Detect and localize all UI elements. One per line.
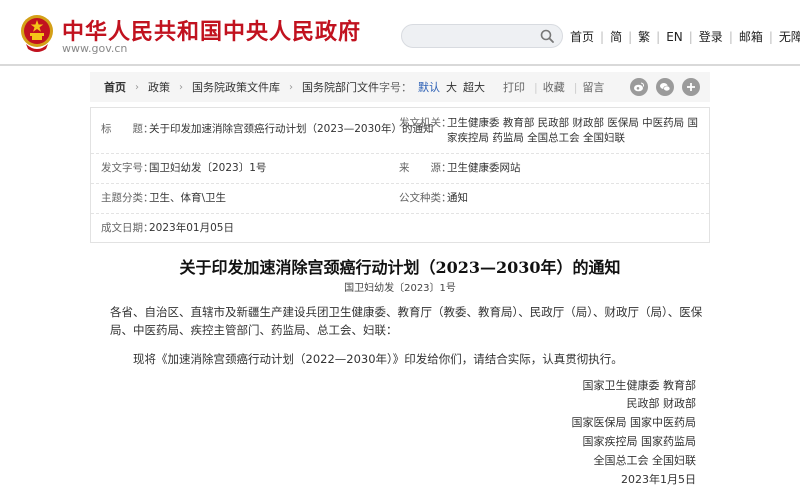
signature-line: 国家疾控局 国家药监局 [582, 435, 697, 448]
wechat-icon[interactable] [656, 78, 675, 96]
meta-source-value: 卫生健康委网站 [447, 162, 521, 174]
meta-row: 成文日期： 2023年01月05日 [91, 214, 709, 244]
meta-docno-value: 国卫妇幼发〔2023〕1号 [149, 162, 267, 174]
plus-icon[interactable] [682, 78, 701, 96]
meta-date-value: 2023年01月05日 [149, 222, 234, 234]
divider: | [728, 29, 733, 44]
chevron-right-icon: › [179, 81, 183, 93]
meta-date-label: 成文日期： [101, 222, 154, 234]
divider: | [534, 80, 538, 94]
meta-type-value: 通知 [447, 192, 468, 204]
link-login[interactable]: 登录 [699, 28, 723, 45]
link-simplified[interactable]: 简 [610, 28, 622, 45]
link-english[interactable]: EN [666, 30, 683, 44]
font-size-selector: 字号： 默认 大 超大 [379, 79, 491, 95]
document-meta-table: 标 题： 关于印发加速消除宫颈癌行动计划（2023—2030年）的通知 发文机关… [90, 107, 710, 243]
signature-date: 2023年1月5日 [621, 473, 696, 486]
link-home[interactable]: 首页 [570, 28, 594, 45]
divider: | [768, 29, 773, 44]
search-icon[interactable] [540, 29, 554, 43]
meta-topic-value: 卫生、体育\卫生 [149, 192, 227, 204]
article-doc-number: 国卫妇幼发〔2023〕1号 [344, 283, 456, 294]
signature-line: 全国总工会 全国妇联 [593, 454, 697, 467]
meta-source-label: 来 源： [399, 162, 452, 174]
signature-line: 国家卫生健康委 教育部 [582, 379, 697, 392]
link-mailbox[interactable]: 邮箱 [739, 28, 763, 45]
meta-topic-label: 主题分类： [101, 192, 154, 204]
meta-docno-label: 发文字号： [101, 162, 154, 174]
article-recipients: 各省、自治区、直辖市及新疆生产建设兵团卫生健康委、教育厅（教委、教育局）、民政厅… [110, 305, 703, 337]
meta-issuer-value: 卫生健康委 教育部 民政部 财政部 医保局 中医药局 国家疾控局 药监局 全国总… [447, 117, 699, 144]
national-emblem-icon [21, 15, 53, 52]
font-size-large[interactable]: 大 [446, 79, 457, 95]
meta-row: 发文字号： 国卫妇幼发〔2023〕1号 来 源： 卫生健康委网站 [91, 154, 709, 184]
meta-title-value: 关于印发加速消除宫颈癌行动计划（2023—2030年）的通知 [149, 123, 434, 135]
breadcrumb-home[interactable]: 首页 [104, 79, 126, 95]
signature-line: 民政部 财政部 [626, 397, 697, 410]
site-domain: www.gov.cn [62, 42, 128, 55]
breadcrumb-policy[interactable]: 政策 [148, 79, 170, 95]
chevron-right-icon: › [135, 81, 139, 93]
font-size-label: 字号： [379, 81, 412, 94]
search-input[interactable] [401, 24, 563, 48]
divider: | [573, 80, 578, 94]
divider: | [600, 29, 605, 44]
breadcrumb-policy-library[interactable]: 国务院政策文件库 [192, 79, 280, 95]
toolbar-bar: 首页 › 政策 › 国务院政策文件库 › 国务院部门文件 字号： 默认 大 超大… [90, 72, 710, 102]
font-size-extra-large[interactable]: 超大 [463, 79, 485, 95]
divider: | [656, 29, 661, 44]
weibo-icon[interactable] [630, 78, 649, 96]
breadcrumb-department-docs[interactable]: 国务院部门文件 [302, 79, 379, 95]
site-header: 中华人民共和国中央人民政府 www.gov.cn 首页 | 简 | 繁 | EN… [0, 0, 800, 66]
link-accessibility[interactable]: 无障碍 [779, 28, 800, 45]
article-body: 现将《加速消除宫颈癌行动计划（2022—2030年）》印发给你们，请结合实际，认… [133, 352, 623, 366]
meta-row: 标 题： 关于印发加速消除宫颈癌行动计划（2023—2030年）的通知 发文机关… [91, 108, 709, 154]
article-title: 关于印发加速消除宫颈癌行动计划（2023—2030年）的通知 [179, 258, 621, 277]
favorite-button[interactable]: 收藏 [543, 79, 565, 95]
meta-type-label: 公文种类： [399, 192, 452, 204]
link-traditional[interactable]: 繁 [638, 28, 650, 45]
meta-issuer-label: 发文机关： [399, 117, 452, 129]
comment-button[interactable]: 留言 [582, 79, 604, 95]
font-size-default[interactable]: 默认 [418, 79, 440, 95]
divider: | [688, 29, 693, 44]
meta-title-label: 标 题： [101, 123, 154, 135]
divider: | [628, 29, 633, 44]
signature-line: 国家医保局 国家中医药局 [571, 416, 697, 429]
meta-row: 主题分类： 卫生、体育\卫生 公文种类： 通知 [91, 184, 709, 214]
page-tools: 打印 | 收藏 | 留言 [503, 79, 608, 95]
chevron-right-icon: › [289, 81, 293, 93]
breadcrumb: 首页 › 政策 › 国务院政策文件库 › 国务院部门文件 [90, 79, 379, 95]
share-buttons [622, 78, 701, 96]
print-button[interactable]: 打印 [503, 79, 525, 95]
top-links: 首页 | 简 | 繁 | EN | 登录 | 邮箱 | 无障碍 [570, 28, 800, 45]
